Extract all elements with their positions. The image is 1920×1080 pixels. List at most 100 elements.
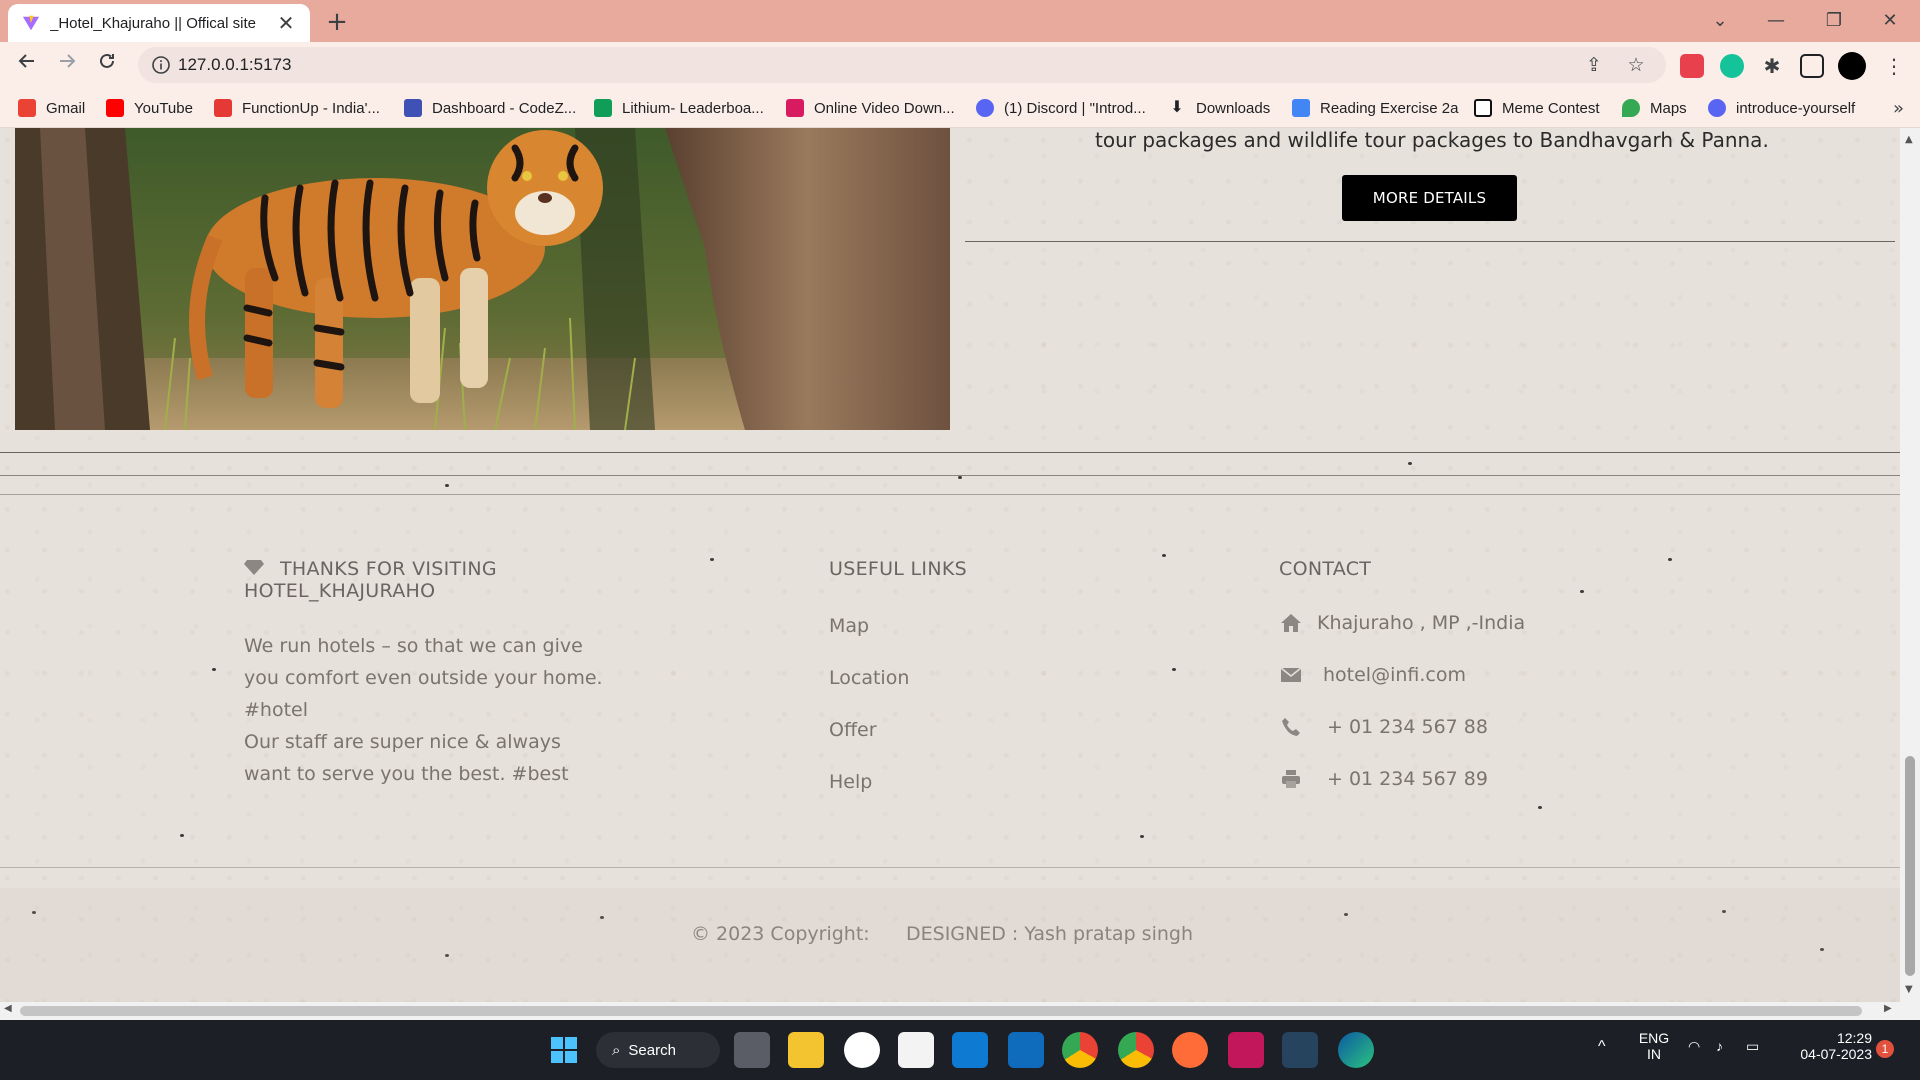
scroll-right-icon[interactable]: ▶ [1884,1003,1892,1014]
tab-strip: _Hotel_Khajuraho || Offical site ✕ + ⌄ —… [0,0,1920,42]
tab-close-icon[interactable]: ✕ [276,11,296,35]
vertical-scrollbar[interactable]: ▲ ▼ [1900,128,1920,1002]
scroll-down-icon[interactable]: ▼ [1905,984,1913,995]
footer-brand-title-line1: THANKS FOR VISITING [280,558,497,580]
paper-speck [1172,668,1176,671]
horizontal-scrollbar[interactable]: ◀ ▶ [0,1002,1920,1020]
bookmark-codezinger[interactable]: Dashboard - CodeZ... [404,96,576,120]
bookmark-discord-intro[interactable]: (1) Discord | "Introd... [976,96,1146,120]
bookmark-introduce-yourself[interactable]: introduce-yourself [1708,96,1855,120]
battery-icon[interactable]: ▭ [1746,1038,1759,1055]
search-icon: ⌕ [612,1041,621,1059]
bookmark-video-downloader[interactable]: Online Video Down... [786,96,955,120]
footer-brand-title-line2: HOTEL_KHAJURAHO [244,580,436,602]
bookmark-lithium[interactable]: Lithium- Leaderboa... [594,96,764,120]
extensions-puzzle-icon[interactable]: ✱ [1760,54,1784,78]
forward-button[interactable] [52,50,82,80]
mongodb-compass-icon[interactable] [844,1032,880,1068]
clock[interactable]: 12:29 04-07-2023 [1782,1030,1872,1062]
url-text[interactable]: 127.0.0.1:5173 [178,55,291,75]
bookmark-maps[interactable]: Maps [1622,96,1687,120]
file-explorer-icon[interactable] [788,1032,824,1068]
bookmarks-overflow-icon[interactable]: » [1893,98,1904,119]
close-window-button[interactable]: ✕ [1870,6,1910,36]
restore-button[interactable]: ❐ [1814,6,1854,36]
profile-avatar[interactable] [1838,52,1866,80]
footer-link-map[interactable]: Map [829,615,869,637]
footer-link-location[interactable]: Location [829,667,909,689]
footer-brand-line: #hotel [244,699,309,721]
postman-icon[interactable] [1172,1032,1208,1068]
taskbar-search[interactable]: ⌕ Search [596,1032,720,1068]
chrome-profile-icon[interactable] [1118,1032,1154,1068]
grammarly-icon[interactable] [1720,54,1744,78]
footer-brand-text: We run hotels – so that we can give you … [244,630,603,790]
back-button[interactable] [12,50,42,80]
footer-brand-line: We run hotels – so that we can give [244,635,583,657]
bookmark-youtube[interactable]: YouTube [106,96,193,120]
paper-speck [958,476,962,479]
task-view-icon[interactable] [734,1032,770,1068]
side-panel-icon[interactable] [1800,54,1824,78]
browser-tab[interactable]: _Hotel_Khajuraho || Offical site ✕ [8,4,310,42]
scroll-up-icon[interactable]: ▲ [1905,134,1913,145]
paper-speck [445,484,449,487]
footer-brand-line: Our staff are super nice & always [244,731,561,753]
tab-search-icon[interactable]: ⌄ [1700,6,1740,36]
extension-red-icon[interactable] [1680,54,1704,78]
bookmark-meme-contest[interactable]: Meme Contest [1474,96,1600,120]
chrome-icon[interactable] [1062,1032,1098,1068]
discord-icon [976,99,994,117]
reload-button[interactable] [92,50,122,80]
scroll-left-icon[interactable]: ◀ [4,1003,12,1014]
browser-toolbar: 127.0.0.1:5173 ⇪ ☆ ✱ ⋮ [0,42,1920,88]
minimize-button[interactable]: — [1756,6,1796,36]
vscode-icon[interactable] [952,1032,988,1068]
section-divider [965,241,1895,242]
windows-start-icon[interactable] [546,1032,582,1068]
site-info-icon[interactable] [150,54,172,76]
more-details-button[interactable]: MORE DETAILS [1342,175,1517,221]
footer-link-help[interactable]: Help [829,771,872,793]
paper-speck [1580,590,1584,593]
copyright-band [0,888,1900,1002]
volume-icon[interactable]: ♪ [1716,1038,1723,1054]
download-icon: ⬇ [1170,99,1184,116]
wifi-icon[interactable]: ◠ [1688,1038,1700,1055]
bookmark-star-icon[interactable]: ☆ [1624,53,1648,77]
chrome-menu-icon[interactable]: ⋮ [1882,54,1906,78]
share-icon[interactable]: ⇪ [1582,53,1606,77]
designed-by-text: DESIGNED : Yash pratap singh [906,923,1193,945]
footer-divider-top [0,452,1900,453]
new-tab-button[interactable]: + [322,8,352,38]
copyright-text: © 2023 Copyright: [691,923,870,945]
footer-link-offer[interactable]: Offer [829,719,877,741]
tiger-photo [15,128,950,430]
vite-favicon-icon [22,15,40,31]
footer-brand-line: want to serve you the best. #best [244,763,569,785]
tray-overflow-icon[interactable]: ^ [1598,1038,1606,1056]
envelope-icon [1279,664,1303,686]
screen-recorder-icon[interactable] [1228,1032,1264,1068]
microsoft-store-icon[interactable] [898,1032,934,1068]
footer-divider-third [0,494,1900,495]
contact-email: hotel@infi.com [1279,664,1466,686]
bookmark-functionup[interactable]: FunctionUp - India'... [214,96,380,120]
bookmark-gmail[interactable]: Gmail [18,96,85,120]
phone-icon [1279,716,1303,738]
vertical-scroll-thumb[interactable] [1905,756,1915,976]
notification-badge[interactable]: 1 [1876,1040,1894,1058]
mail-icon[interactable] [1008,1032,1044,1068]
bookmark-reading-exercise[interactable]: Reading Exercise 2a [1292,96,1458,120]
paper-speck [710,558,714,561]
paper-speck [212,668,216,671]
language-indicator[interactable]: ENG IN [1634,1030,1674,1062]
bookmark-downloads[interactable]: ⬇ Downloads [1168,96,1270,120]
mysql-workbench-icon[interactable] [1282,1032,1318,1068]
discord-icon [1708,99,1726,117]
edge-icon[interactable] [1338,1032,1374,1068]
paper-speck [1408,462,1412,465]
horizontal-scroll-thumb[interactable] [20,1006,1862,1016]
address-bar[interactable]: 127.0.0.1:5173 ⇪ ☆ [138,47,1666,83]
paper-speck [1668,558,1672,561]
